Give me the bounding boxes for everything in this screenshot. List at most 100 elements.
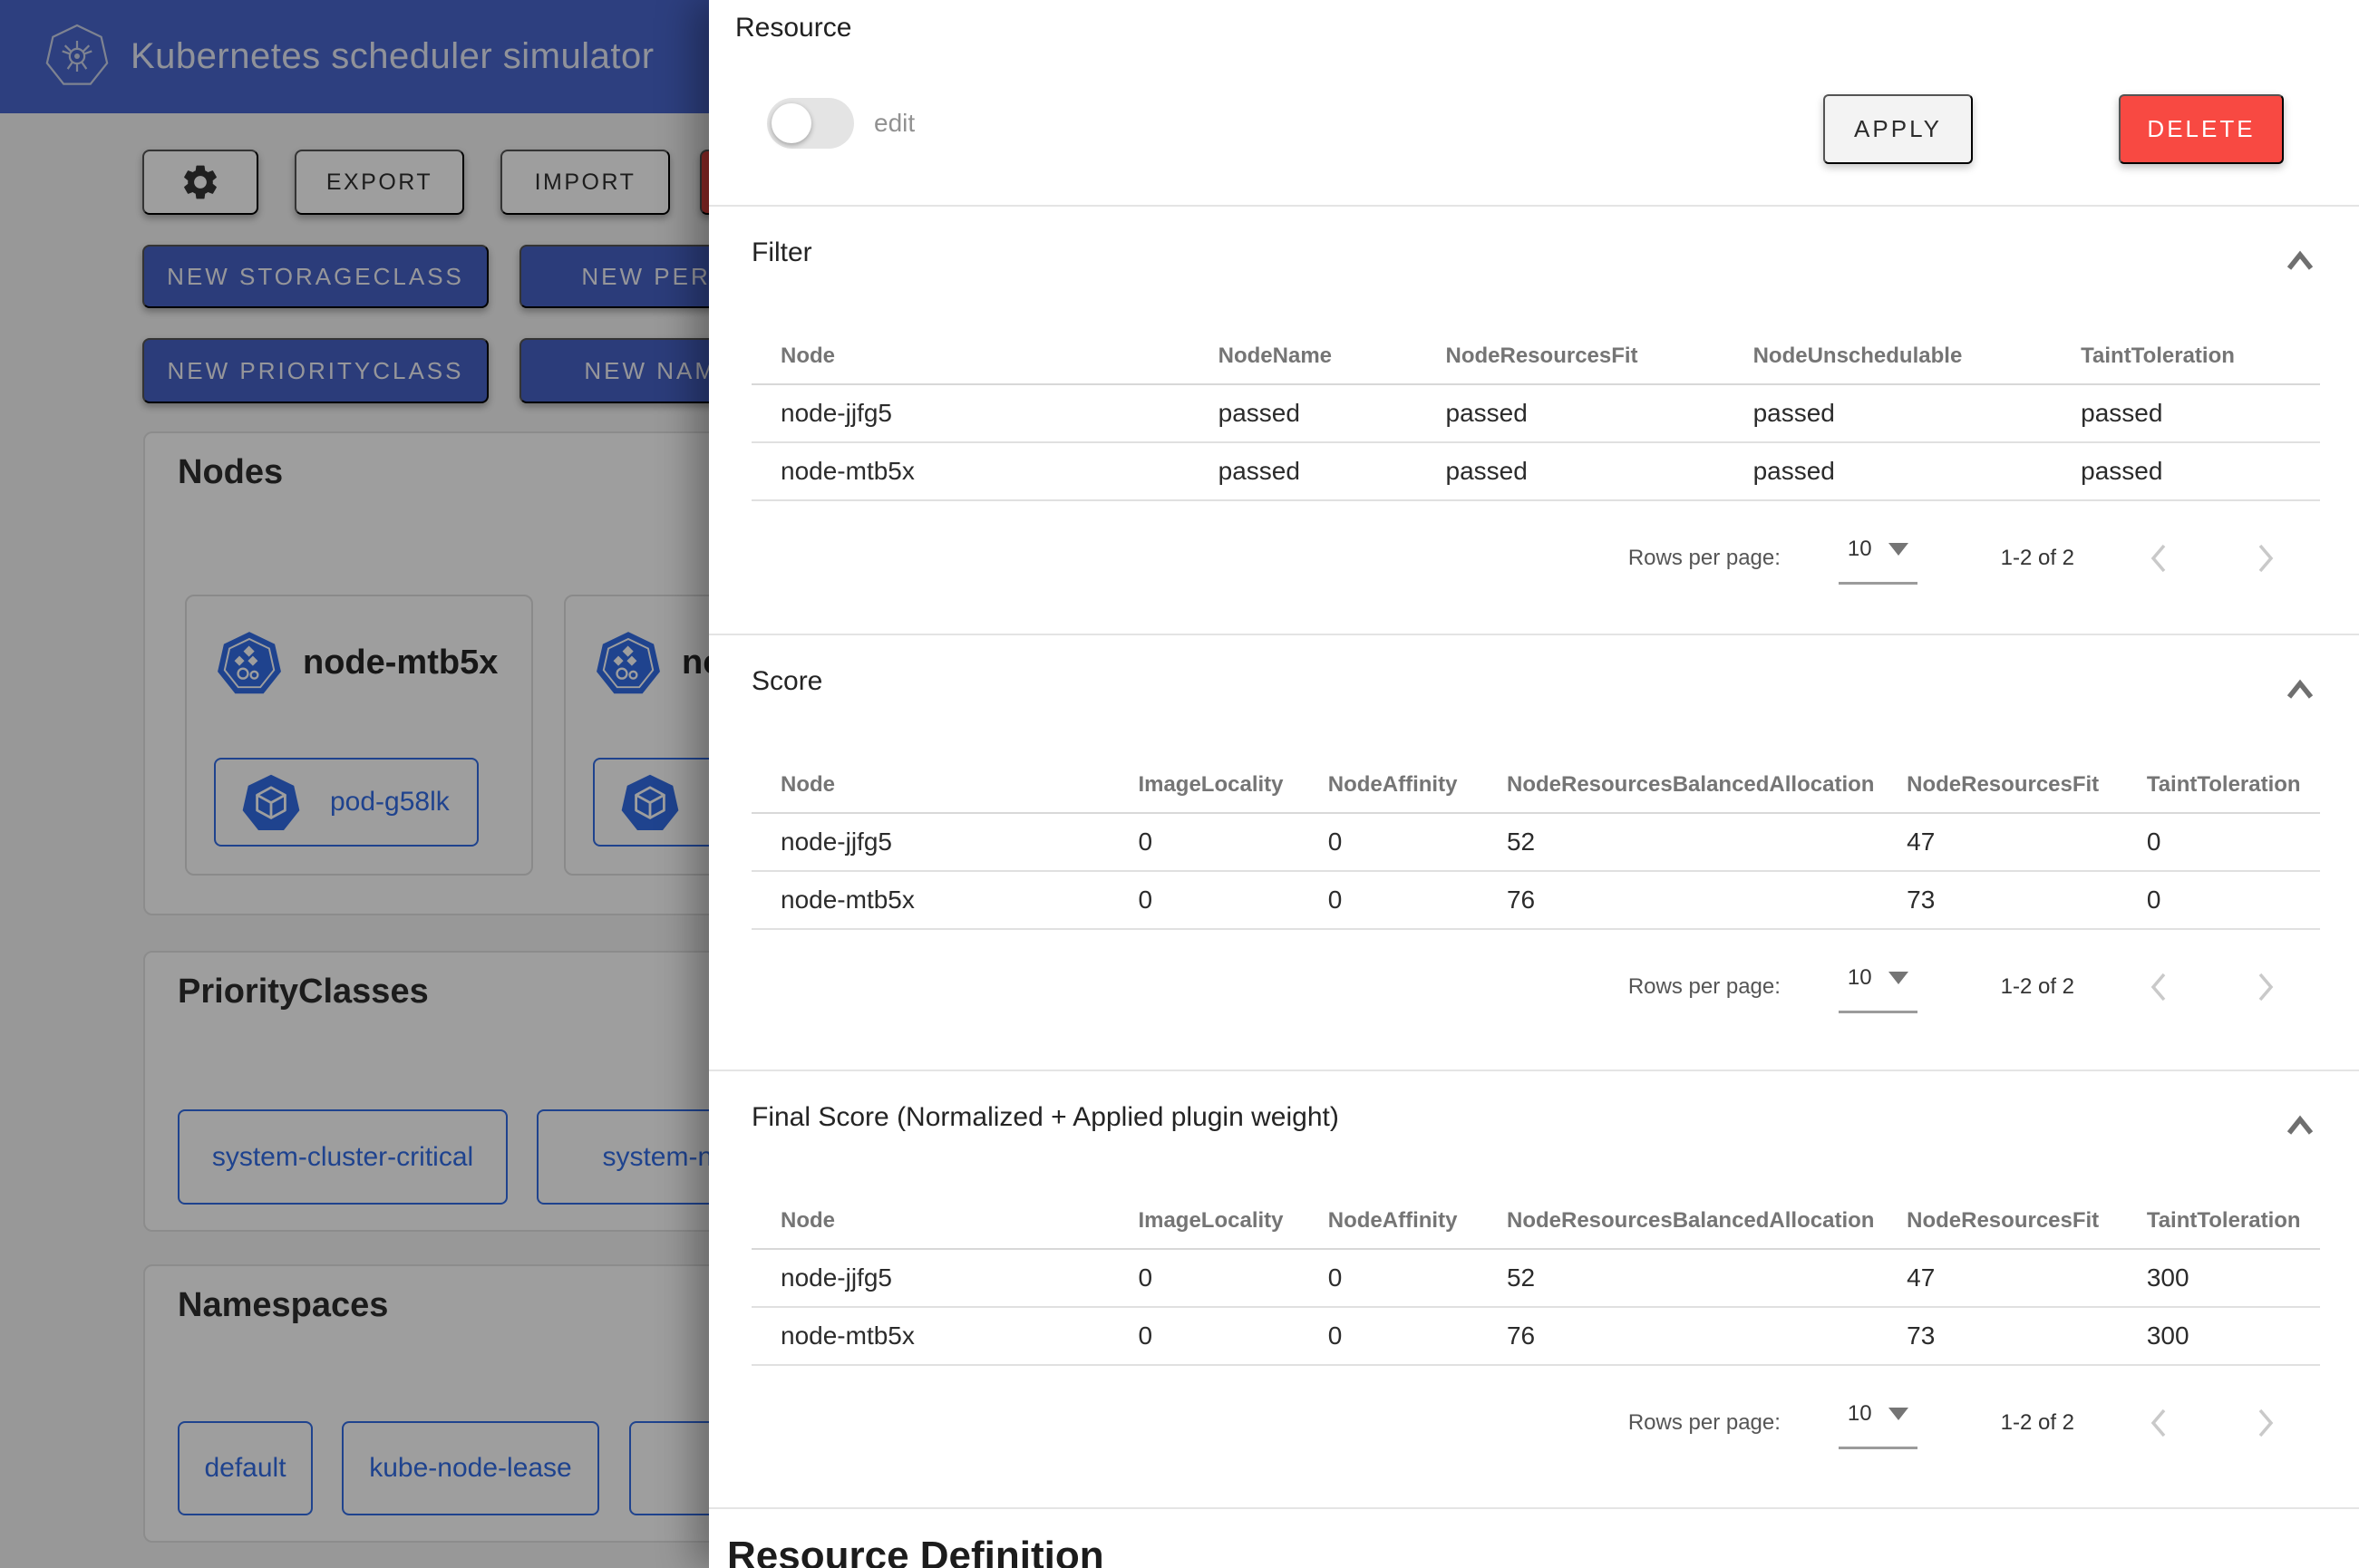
- plugin-results-table: NodeImageLocalityNodeAffinityNodeResourc…: [752, 1193, 2320, 1366]
- table-cell: node-mtb5x: [752, 871, 1109, 929]
- drawer-title: Resource: [735, 13, 851, 44]
- table-cell: passed: [1417, 442, 1724, 500]
- column-header[interactable]: TaintToleration: [2052, 328, 2320, 384]
- app-root: Kubernetes scheduler simulator EXPORT IM…: [0, 0, 2359, 1568]
- table-cell: passed: [1417, 384, 1724, 442]
- collapse-section-button[interactable]: [2285, 248, 2315, 276]
- apply-button[interactable]: APPLY: [1823, 94, 1973, 164]
- table-cell: passed: [1189, 384, 1417, 442]
- column-header[interactable]: NodeAffinity: [1299, 757, 1478, 813]
- table-row: node-jjfg50052470: [752, 813, 2320, 871]
- table-cell: 47: [1878, 813, 2118, 871]
- table-cell: 0: [1299, 813, 1478, 871]
- rows-per-page-select[interactable]: 10: [1839, 533, 1917, 585]
- table-pagination: Rows per page: 10 1-2 of 2: [709, 1394, 2285, 1452]
- table-cell: node-jjfg5: [752, 1249, 1109, 1307]
- dropdown-arrow-icon: [1888, 972, 1908, 984]
- column-header[interactable]: NodeResourcesBalancedAllocation: [1478, 757, 1878, 813]
- edit-toggle[interactable]: [767, 98, 854, 149]
- delete-button-label: DELETE: [2147, 115, 2255, 143]
- column-header[interactable]: TaintToleration: [2118, 757, 2320, 813]
- table-cell: passed: [1724, 442, 2053, 500]
- table-row: node-jjfg5passedpassedpassedpassed: [752, 384, 2320, 442]
- chevron-up-icon: [2286, 679, 2315, 701]
- rows-per-page-select[interactable]: 10: [1839, 1398, 1917, 1449]
- table-cell: 0: [1109, 871, 1298, 929]
- table-cell: 300: [2118, 1307, 2320, 1365]
- plugin-results-table: NodeNodeNameNodeResourcesFitNodeUnschedu…: [752, 328, 2320, 501]
- table-row: node-jjfg5005247300: [752, 1249, 2320, 1307]
- filter-section: Filter NodeNodeNameNodeResourcesFitNodeU…: [709, 205, 2359, 634]
- section-title: Score: [752, 666, 822, 697]
- column-header[interactable]: Node: [752, 1193, 1109, 1249]
- column-header[interactable]: Node: [752, 757, 1109, 813]
- apply-button-label: APPLY: [1854, 115, 1942, 143]
- table-cell: 76: [1478, 871, 1878, 929]
- resource-drawer: Resource edit APPLY DELETE Filter NodeNo…: [709, 0, 2359, 1568]
- table-cell: 0: [1299, 1249, 1478, 1307]
- rows-per-page-label: Rows per page:: [1628, 546, 1781, 571]
- table-cell: node-jjfg5: [752, 813, 1109, 871]
- table-cell: node-jjfg5: [752, 384, 1189, 442]
- chevron-right-icon: [2245, 1403, 2285, 1443]
- rows-per-page-value: 10: [1848, 537, 1872, 562]
- collapse-section-button[interactable]: [2285, 677, 2315, 704]
- table-cell: 0: [1299, 1307, 1478, 1365]
- chevron-left-icon: [2140, 538, 2179, 578]
- table-row: node-mtb5x0076730: [752, 871, 2320, 929]
- next-page-button[interactable]: [2245, 538, 2285, 578]
- column-header[interactable]: NodeUnschedulable: [1724, 328, 2053, 384]
- next-page-button[interactable]: [2245, 967, 2285, 1007]
- table-cell: passed: [2052, 384, 2320, 442]
- previous-page-button[interactable]: [2140, 538, 2179, 578]
- column-header[interactable]: TaintToleration: [2118, 1193, 2320, 1249]
- edit-toggle-knob: [772, 103, 811, 143]
- section-title: Filter: [752, 237, 812, 268]
- rows-per-page-value: 10: [1848, 1401, 1872, 1427]
- edit-toggle-label: edit: [874, 98, 915, 149]
- column-header[interactable]: ImageLocality: [1109, 1193, 1298, 1249]
- previous-page-button[interactable]: [2140, 1403, 2179, 1443]
- column-header[interactable]: NodeResourcesFit: [1417, 328, 1724, 384]
- previous-page-button[interactable]: [2140, 967, 2179, 1007]
- chevron-up-icon: [2286, 1115, 2315, 1137]
- dropdown-arrow-icon: [1888, 543, 1908, 556]
- table-cell: 47: [1878, 1249, 2118, 1307]
- column-header[interactable]: NodeResourcesBalancedAllocation: [1478, 1193, 1878, 1249]
- resource-definition-heading: Resource Definition: [727, 1534, 1104, 1568]
- next-page-button[interactable]: [2245, 1403, 2285, 1443]
- table-cell: passed: [1189, 442, 1417, 500]
- delete-button[interactable]: DELETE: [2119, 94, 2284, 164]
- plugin-results-table: NodeImageLocalityNodeAffinityNodeResourc…: [752, 757, 2320, 930]
- rows-per-page-label: Rows per page:: [1628, 974, 1781, 1000]
- table-cell: 300: [2118, 1249, 2320, 1307]
- table-cell: 0: [1109, 1249, 1298, 1307]
- column-header[interactable]: NodeResourcesFit: [1878, 1193, 2118, 1249]
- table-cell: node-mtb5x: [752, 1307, 1109, 1365]
- column-header[interactable]: NodeResourcesFit: [1878, 757, 2118, 813]
- final-score-section: Final Score (Normalized + Applied plugin…: [709, 1070, 2359, 1498]
- column-header[interactable]: NodeName: [1189, 328, 1417, 384]
- rows-per-page-select[interactable]: 10: [1839, 962, 1917, 1013]
- pagination-range-label: 1-2 of 2: [2001, 1410, 2074, 1436]
- table-pagination: Rows per page: 10 1-2 of 2: [709, 958, 2285, 1016]
- column-header[interactable]: NodeAffinity: [1299, 1193, 1478, 1249]
- table-cell: 0: [1299, 871, 1478, 929]
- table-cell: 0: [2118, 813, 2320, 871]
- column-header[interactable]: ImageLocality: [1109, 757, 1298, 813]
- column-header[interactable]: Node: [752, 328, 1189, 384]
- table-cell: passed: [1724, 384, 2053, 442]
- table-cell: 0: [2118, 871, 2320, 929]
- table-cell: 76: [1478, 1307, 1878, 1365]
- divider: [709, 1507, 2359, 1509]
- chevron-right-icon: [2245, 538, 2285, 578]
- table-pagination: Rows per page: 10 1-2 of 2: [709, 529, 2285, 587]
- table-cell: 73: [1878, 1307, 2118, 1365]
- chevron-left-icon: [2140, 967, 2179, 1007]
- table-row: node-mtb5xpassedpassedpassedpassed: [752, 442, 2320, 500]
- collapse-section-button[interactable]: [2285, 1113, 2315, 1140]
- section-title: Final Score (Normalized + Applied plugin…: [752, 1102, 1339, 1133]
- table-cell: node-mtb5x: [752, 442, 1189, 500]
- table-cell: 52: [1478, 813, 1878, 871]
- score-section: Score NodeImageLocalityNodeAffinityNodeR…: [709, 634, 2359, 1062]
